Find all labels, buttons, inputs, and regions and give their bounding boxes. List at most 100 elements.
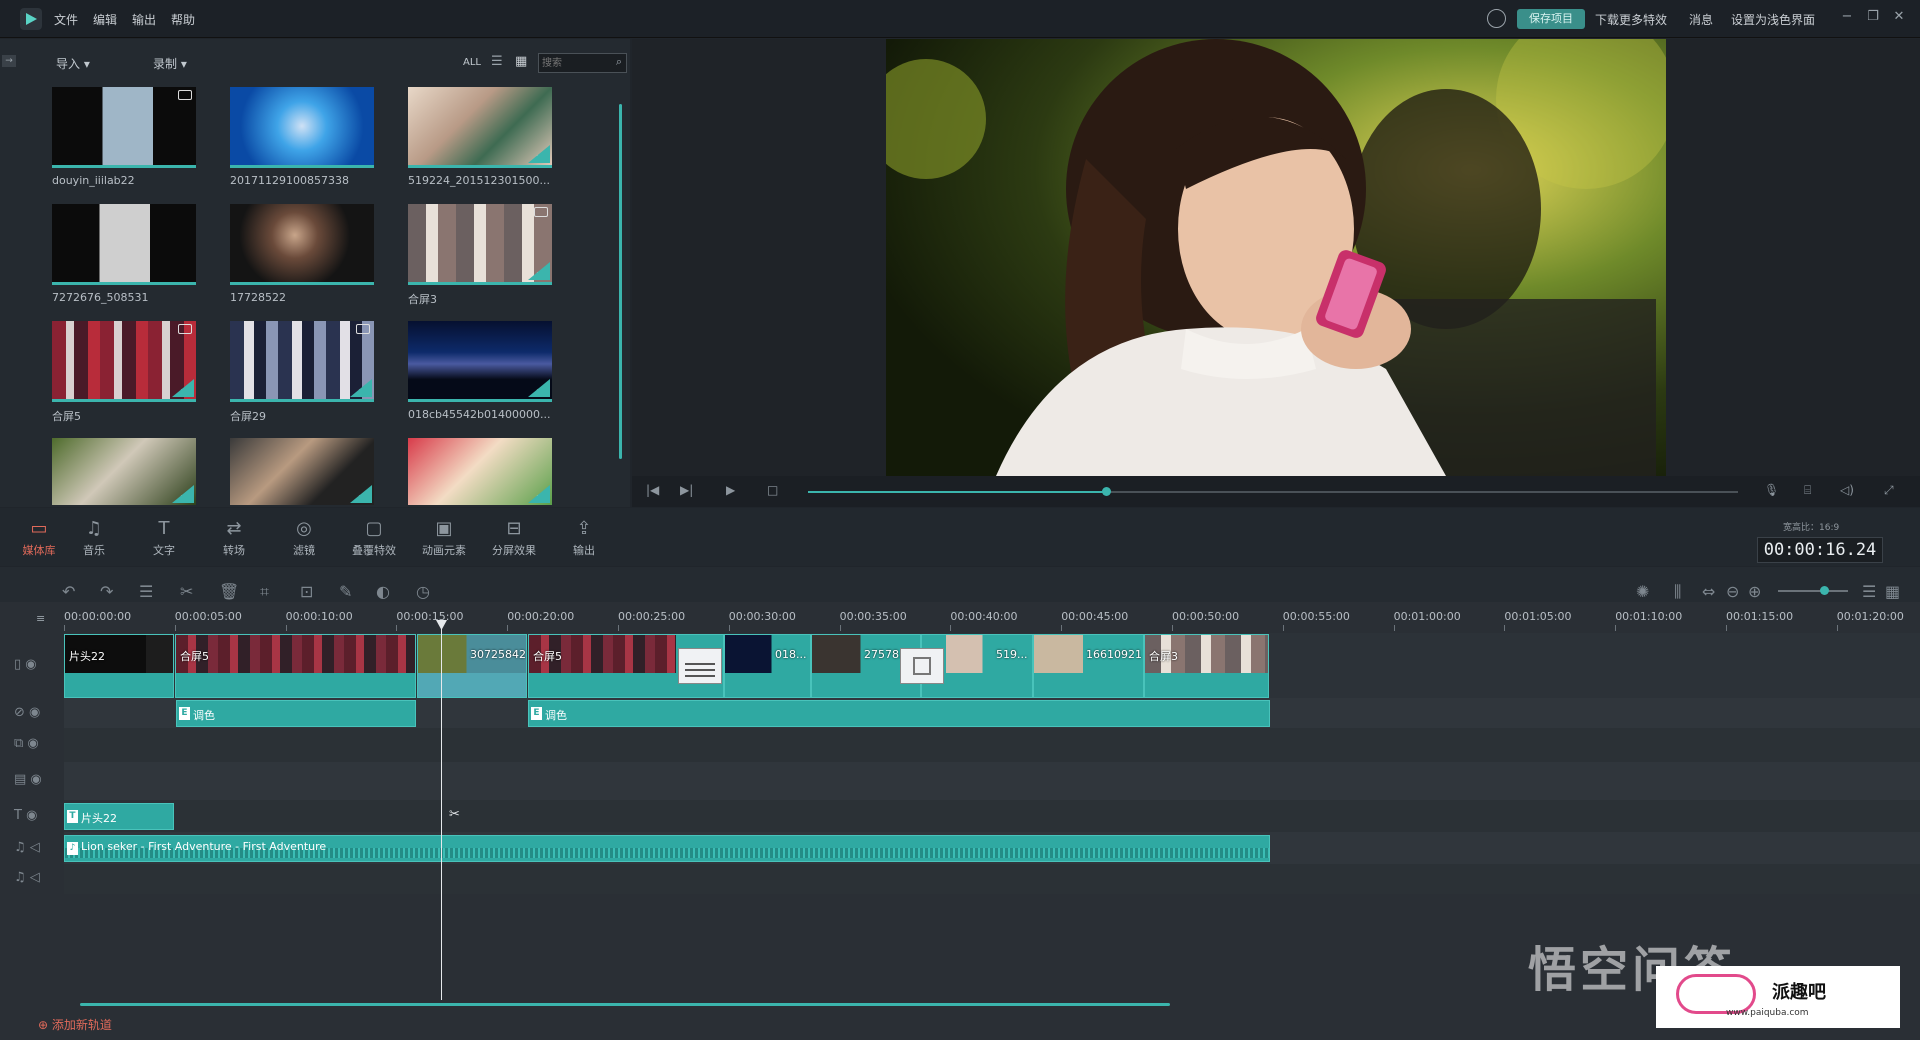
cut-icon[interactable]: ✂ <box>180 582 193 601</box>
menu-export[interactable]: 输出 <box>132 11 156 28</box>
search-icon[interactable]: ⌕ <box>616 55 622 69</box>
color-palette-icon[interactable]: ◐ <box>376 582 390 601</box>
messages-link[interactable]: 消息 <box>1689 11 1713 28</box>
media-thumbnail[interactable]: ✓ <box>230 321 374 402</box>
tool-transition[interactable]: ⇄ 转场 <box>204 518 264 558</box>
color-grade-clip[interactable]: E 调色 <box>528 700 1270 727</box>
close-icon[interactable]: ✕ <box>1892 10 1906 24</box>
tool-split-screen[interactable]: ⊟ 分屏效果 <box>484 518 544 558</box>
transition-marker[interactable] <box>678 648 722 684</box>
media-thumbnail[interactable]: ✓ <box>408 204 552 285</box>
theme-toggle-link[interactable]: 设置为浅色界面 <box>1731 11 1815 28</box>
next-frame-icon[interactable]: ▶| <box>680 483 693 497</box>
color-grade-clip[interactable]: E 调色 <box>176 700 416 727</box>
fit-timeline-icon[interactable]: ⇔ <box>1702 582 1715 601</box>
video-clip[interactable]: 合屏5 <box>175 634 416 698</box>
media-thumbnail[interactable]: ✓ <box>52 321 196 402</box>
crop-icon[interactable]: ⌗ <box>260 582 269 602</box>
collapse-panel-icon[interactable]: → <box>2 55 16 67</box>
previous-frame-icon[interactable]: |◀ <box>646 483 659 497</box>
video-clip[interactable]: 16610921 <box>1033 634 1144 698</box>
effect-badge-icon: E <box>179 707 190 720</box>
video-clip[interactable]: 片头22 <box>64 634 174 698</box>
menu-file[interactable]: 文件 <box>54 11 78 28</box>
tool-elements[interactable]: ▣ 动画元素 <box>414 518 474 558</box>
media-scrollbar[interactable] <box>619 104 622 459</box>
ruler-tick-mark <box>618 625 619 631</box>
adjust-icon[interactable]: ☰ <box>139 582 153 601</box>
title-bar: 文件 编辑 输出 帮助 保存项目 下载更多特效 消息 设置为浅色界面 − ❐ ✕ <box>0 0 1920 38</box>
tool-export[interactable]: ⇪ 输出 <box>554 518 614 558</box>
play-icon[interactable]: ▶ <box>726 483 735 497</box>
media-thumbnail[interactable]: ✓ <box>230 438 374 505</box>
music-note-icon: ♪ <box>67 842 78 855</box>
media-thumbnail[interactable] <box>230 204 374 285</box>
video-clip[interactable]: 合屏3 <box>1144 634 1269 698</box>
tool-overlay[interactable]: ▢ 叠覆特效 <box>344 518 404 558</box>
time-ruler[interactable]: 00:00:00:00 00:00:05:00 00:00:10:00 00:00:1… <box>64 602 1920 632</box>
stop-icon[interactable]: □ <box>767 483 778 497</box>
minimize-icon[interactable]: − <box>1840 10 1854 24</box>
timeline-settings-icon[interactable]: ≡ <box>36 612 45 625</box>
track-list-icon[interactable]: ☰ <box>1862 582 1876 601</box>
media-thumbnail[interactable]: ✓ <box>52 438 196 505</box>
tool-media-library[interactable]: ▭ 媒体库 <box>9 518 69 558</box>
record-dropdown[interactable]: 录制 ▾ <box>153 55 187 72</box>
grid-view-icon[interactable]: ▦ <box>515 54 527 69</box>
list-view-icon[interactable]: ☰ <box>491 54 503 69</box>
import-dropdown[interactable]: 导入 ▾ <box>56 55 90 72</box>
search-box[interactable]: ⌕ <box>538 53 627 73</box>
media-thumbnail[interactable]: ✓ <box>408 438 552 505</box>
zoom-in-icon[interactable]: ⊕ <box>1748 582 1761 601</box>
timecode-display: 00:00:16.24 <box>1757 537 1883 563</box>
progress-track[interactable] <box>808 487 1738 496</box>
media-thumbnail[interactable] <box>230 87 374 168</box>
video-clip-selected[interactable]: 30725842 <box>417 634 527 698</box>
grid-icon[interactable]: ▦ <box>1885 582 1900 601</box>
timeline-scrollbar[interactable] <box>80 1003 1170 1006</box>
tool-music[interactable]: ♫ 音乐 <box>64 518 124 558</box>
filter-all[interactable]: ALL <box>463 57 481 68</box>
zoom-crop-icon[interactable]: ⊡ <box>300 582 313 601</box>
menu-edit[interactable]: 编辑 <box>93 11 117 28</box>
video-clip[interactable]: 018... <box>724 634 811 698</box>
snapshot-icon[interactable]: ⌸ <box>1804 483 1811 498</box>
volume-icon[interactable]: ◁) <box>1840 483 1854 497</box>
undo-icon[interactable]: ↶ <box>62 582 75 601</box>
microphone-icon[interactable]: 🎙 <box>1764 483 1779 497</box>
download-effects-link[interactable]: 下载更多特效 <box>1595 11 1667 28</box>
audio-mixer-icon[interactable]: ⫼ <box>1674 582 1681 602</box>
transition-marker[interactable] <box>900 648 944 684</box>
video-icon <box>178 324 192 334</box>
add-track-button[interactable]: ⊕ 添加新轨道 <box>38 1016 112 1033</box>
delete-icon[interactable]: 🗑 <box>219 582 239 601</box>
check-icon: ✓ <box>350 485 372 503</box>
fullscreen-icon[interactable]: ⤢ <box>1884 483 1894 498</box>
media-thumbnail[interactable]: ✓ <box>408 321 552 402</box>
media-thumbnail[interactable]: ✓ <box>408 87 552 168</box>
playhead[interactable] <box>441 622 442 1000</box>
tool-text[interactable]: T 文字 <box>134 518 194 558</box>
search-input[interactable] <box>542 56 608 71</box>
pin-icon[interactable]: ✎ <box>339 582 352 601</box>
speed-icon[interactable]: ◷ <box>416 582 430 601</box>
media-thumbnail[interactable] <box>52 87 196 168</box>
audio-clip[interactable]: ♪ Lion seker - First Adventure - First A… <box>64 835 1270 862</box>
zoom-slider-handle[interactable] <box>1820 586 1829 595</box>
video-icon <box>178 90 192 100</box>
media-thumbnail[interactable] <box>52 204 196 285</box>
render-icon[interactable]: ✺ <box>1636 582 1649 601</box>
redo-icon[interactable]: ↷ <box>100 582 113 601</box>
title-clip[interactable]: T 片头22 <box>64 803 174 830</box>
scissors-icon[interactable]: ✂ <box>449 807 460 822</box>
progress-handle[interactable] <box>1101 487 1111 496</box>
maximize-icon[interactable]: ❐ <box>1866 10 1880 24</box>
menu-help[interactable]: 帮助 <box>171 11 195 28</box>
zoom-out-icon[interactable]: ⊖ <box>1726 582 1739 601</box>
user-account-icon[interactable] <box>1487 9 1506 28</box>
tool-filter[interactable]: ◎ 滤镜 <box>274 518 334 558</box>
zoom-slider[interactable] <box>1778 586 1848 595</box>
save-project-button[interactable]: 保存项目 <box>1517 9 1585 29</box>
ruler-tick-label: 00:01:05:00 <box>1504 610 1572 623</box>
ruler-tick-mark <box>1836 625 1838 631</box>
